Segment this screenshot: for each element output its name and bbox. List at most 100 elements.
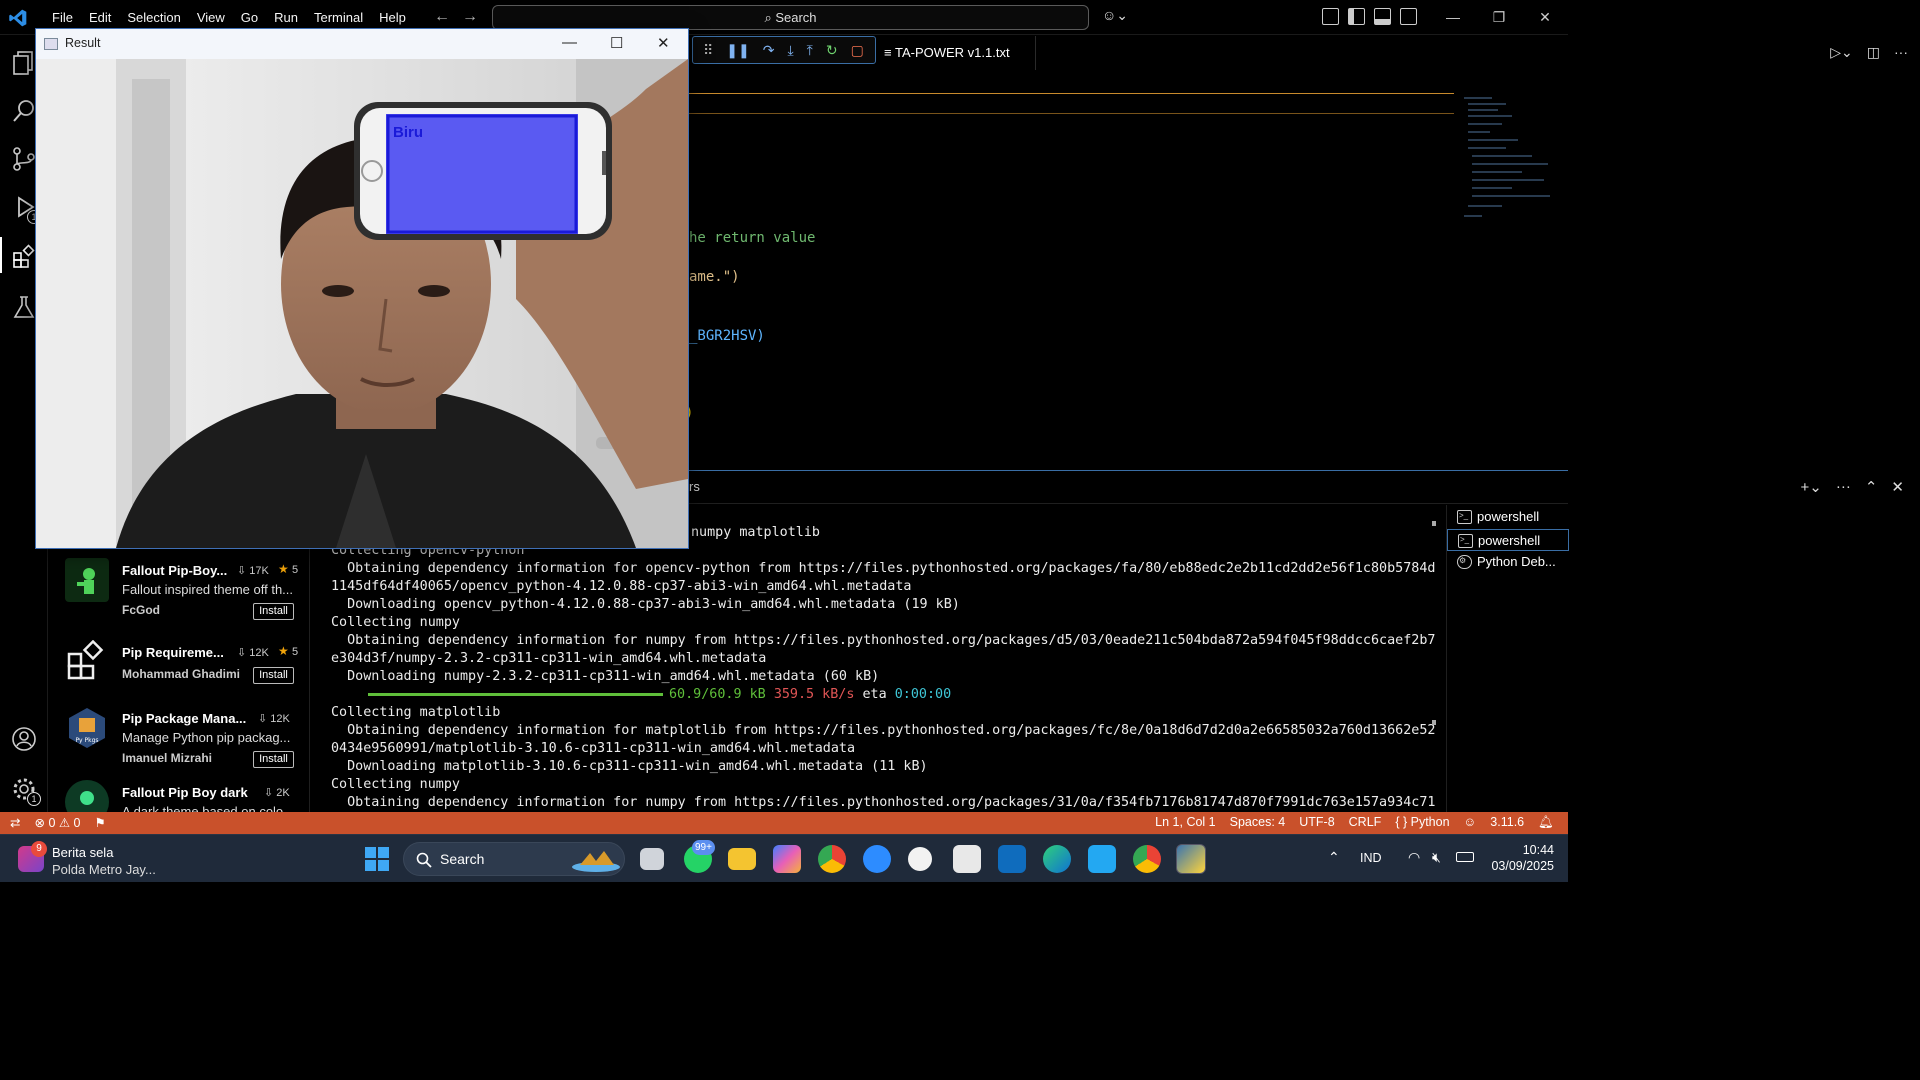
clock[interactable]: 10:44 03/09/2025: [1482, 842, 1554, 874]
install-button[interactable]: Install: [253, 751, 294, 768]
back-arrow-icon[interactable]: ←: [434, 8, 450, 26]
scroll-marker: [1432, 521, 1436, 526]
restore-icon[interactable]: ❐: [1476, 0, 1522, 35]
star-icon: ★: [278, 562, 289, 576]
problems-indicator[interactable]: ⊗ 0 ⚠ 0: [34, 815, 80, 830]
menu-file[interactable]: File: [44, 10, 81, 25]
remote-icon[interactable]: ⇄: [10, 815, 20, 830]
language-mode[interactable]: { } Python: [1395, 815, 1449, 830]
debug-toolbar: ⠿ ❚❚ ↷ ⤓ ⤒ ↻ ▢: [692, 36, 876, 64]
toggle-sidebar-icon[interactable]: [1348, 8, 1365, 25]
install-button[interactable]: Install: [253, 667, 294, 684]
battery-icon[interactable]: [1456, 852, 1474, 862]
outlook-icon[interactable]: [998, 845, 1026, 873]
download-count-value: 12K: [270, 713, 290, 725]
terminal-instance[interactable]: >_ powershell: [1447, 506, 1569, 528]
extension-item[interactable]: Py Pkgs Pip Package Mana... ⇩ 12K Manage…: [49, 696, 309, 778]
step-out-icon[interactable]: ⤒: [807, 42, 813, 59]
split-editor-icon[interactable]: ◫: [1867, 44, 1880, 61]
windows-start-icon[interactable]: [364, 846, 390, 872]
menu-selection[interactable]: Selection: [119, 10, 188, 25]
editor-tab[interactable]: ≡ TA-POWER v1.1.txt: [876, 36, 1036, 70]
terminal[interactable]: numpy matplotlib Collecting opencv-pytho…: [311, 505, 1436, 812]
menu-view[interactable]: View: [189, 10, 233, 25]
news-widget[interactable]: 9 Berita sela Polda Metro Jay...: [18, 841, 178, 877]
extension-item[interactable]: Fallout Pip Boy dark ⇩ 2K A dark theme b…: [49, 770, 309, 812]
more-actions-icon[interactable]: ···: [1894, 44, 1908, 61]
restart-icon[interactable]: ↻: [826, 42, 838, 59]
scroll-marker: [1432, 720, 1436, 725]
terminal-line: e304d3f/numpy-2.3.2-cp311-cp311-win_amd6…: [331, 651, 767, 666]
copilot-status-icon[interactable]: ☺: [1464, 815, 1477, 830]
task-view-icon[interactable]: [640, 848, 664, 870]
stop-icon[interactable]: ▢: [851, 42, 864, 59]
accounts-icon[interactable]: [0, 715, 48, 759]
search-icon: ⌕: [764, 10, 772, 25]
minimize-icon[interactable]: —: [562, 34, 577, 51]
install-button[interactable]: Install: [253, 603, 294, 620]
cursor-position[interactable]: Ln 1, Col 1: [1155, 815, 1215, 830]
close-icon[interactable]: ✕: [1522, 0, 1568, 35]
menu-edit[interactable]: Edit: [81, 10, 119, 25]
panel-header: rs: [689, 471, 1568, 504]
manage-gear-icon[interactable]: 1: [0, 765, 48, 809]
menu-go[interactable]: Go: [233, 10, 266, 25]
customize-layout-icon[interactable]: [1322, 8, 1339, 25]
close-icon[interactable]: ✕: [657, 34, 670, 52]
toggle-panel-icon[interactable]: [1374, 8, 1391, 25]
show-hidden-icons-chevron-icon[interactable]: ⌃: [1328, 849, 1340, 866]
copilot-icon[interactable]: ☺⌄: [1102, 7, 1128, 24]
terminal-instance[interactable]: ⚙ Python Deb...: [1447, 551, 1569, 573]
minimize-icon[interactable]: —: [1430, 0, 1476, 35]
extension-item[interactable]: Fallout Pip-Boy... ⇩ 17K ★ 5 Fallout ins…: [49, 548, 309, 630]
microsoft-store-icon[interactable]: [953, 845, 981, 873]
news-subtitle: Polda Metro Jay...: [52, 862, 156, 877]
step-over-icon[interactable]: ↷: [763, 42, 775, 59]
pause-icon[interactable]: ❚❚: [726, 42, 749, 59]
minimap[interactable]: [1462, 94, 1558, 224]
chrome-icon[interactable]: [818, 845, 846, 873]
download-count: ⇩ 12K: [237, 647, 269, 659]
edge-icon[interactable]: [1043, 845, 1071, 873]
python-interpreter[interactable]: 3.11.6: [1490, 815, 1524, 830]
extension-name: Pip Requireme...: [122, 645, 224, 660]
file-explorer-icon[interactable]: [728, 848, 756, 870]
new-terminal-icon[interactable]: +⌄: [1801, 478, 1822, 496]
encoding[interactable]: UTF-8: [1299, 815, 1334, 830]
result-window[interactable]: Result — ☐ ✕ Biru: [35, 28, 689, 549]
indentation[interactable]: Spaces: 4: [1230, 815, 1286, 830]
toggle-secondary-sidebar-icon[interactable]: [1400, 8, 1417, 25]
download-progress-bar: [368, 693, 663, 696]
extension-name: Fallout Pip Boy dark: [122, 785, 248, 800]
wifi-icon[interactable]: ◠: [1408, 849, 1420, 866]
line-ending[interactable]: CRLF: [1349, 815, 1382, 830]
vscode-taskbar-icon[interactable]: [1088, 845, 1116, 873]
maximize-panel-icon[interactable]: ⌃: [1865, 478, 1878, 496]
step-into-icon[interactable]: ⤓: [787, 42, 793, 59]
volume-muted-icon[interactable]: 🔇︎: [1432, 849, 1441, 866]
close-panel-icon[interactable]: ✕: [1891, 478, 1904, 496]
more-icon[interactable]: ···: [1836, 478, 1851, 496]
run-python-icon[interactable]: ▷⌄: [1830, 44, 1853, 61]
panel-tab-partial[interactable]: rs: [689, 479, 700, 494]
terminal-line: Obtaining dependency information for mat…: [331, 723, 1436, 738]
notifications-bell-icon[interactable]: 🔔︎: [1538, 815, 1554, 830]
python-app-icon[interactable]: [1176, 844, 1206, 874]
maximize-icon[interactable]: ☐: [610, 34, 623, 52]
input-language[interactable]: IND: [1360, 851, 1382, 865]
drag-handle-icon[interactable]: ⠿: [703, 42, 713, 59]
media-app-icon[interactable]: [908, 847, 932, 871]
terminal-instance[interactable]: >_ powershell: [1447, 529, 1569, 551]
menu-terminal[interactable]: Terminal: [306, 10, 371, 25]
download-count-value: 12K: [249, 647, 269, 659]
copilot-app-icon[interactable]: [773, 845, 801, 873]
chrome-profile-icon[interactable]: [1133, 845, 1161, 873]
debug-status-icon[interactable]: ⚑: [95, 815, 106, 830]
forward-arrow-icon[interactable]: →: [462, 8, 478, 26]
menu-run[interactable]: Run: [266, 10, 306, 25]
zoom-icon[interactable]: [863, 845, 891, 873]
taskbar-search[interactable]: Search: [403, 842, 625, 876]
menu-help[interactable]: Help: [371, 10, 414, 25]
result-window-titlebar[interactable]: Result — ☐ ✕: [36, 29, 688, 59]
command-center-search[interactable]: ⌕ Search: [492, 5, 1089, 30]
